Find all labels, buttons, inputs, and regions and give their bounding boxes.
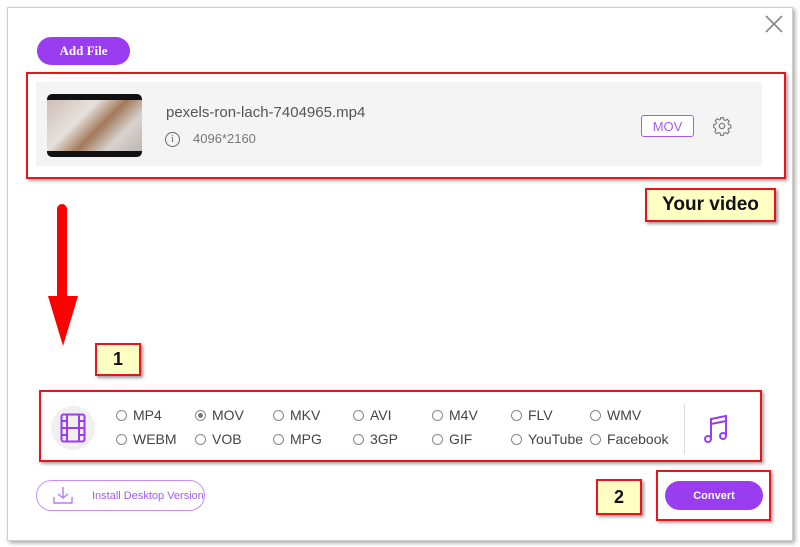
radio-button[interactable] bbox=[432, 433, 443, 445]
film-icon bbox=[60, 413, 86, 443]
output-format-badge[interactable]: MOV bbox=[641, 115, 694, 137]
radio-button[interactable] bbox=[590, 433, 601, 445]
down-arrow-annotation bbox=[48, 204, 78, 346]
radio-button[interactable] bbox=[511, 433, 522, 445]
format-label: YouTube bbox=[528, 431, 584, 447]
video-format-tab[interactable] bbox=[51, 406, 95, 450]
format-option-facebook[interactable]: Facebook bbox=[590, 431, 668, 447]
format-label: M4V bbox=[449, 407, 478, 423]
format-label: Facebook bbox=[607, 431, 669, 447]
radio-button[interactable] bbox=[353, 409, 364, 421]
format-option-vob[interactable]: VOB bbox=[195, 431, 242, 447]
divider bbox=[684, 404, 685, 454]
format-option-mpg[interactable]: MPG bbox=[273, 431, 322, 447]
download-icon bbox=[53, 487, 73, 504]
install-desktop-button[interactable]: Install Desktop Version bbox=[36, 480, 205, 511]
radio-button[interactable] bbox=[116, 409, 127, 421]
format-option-m4v[interactable]: M4V bbox=[432, 407, 478, 423]
format-option-wmv[interactable]: WMV bbox=[590, 407, 641, 423]
format-option-gif[interactable]: GIF bbox=[432, 431, 472, 447]
format-option-avi[interactable]: AVI bbox=[353, 407, 392, 423]
radio-button[interactable] bbox=[511, 409, 522, 421]
convert-button[interactable]: Convert bbox=[665, 481, 763, 510]
format-option-webm[interactable]: WEBM bbox=[116, 431, 177, 447]
close-icon[interactable] bbox=[764, 14, 784, 34]
step-1-callout: 1 bbox=[95, 343, 141, 376]
install-label: Install Desktop Version bbox=[92, 490, 204, 502]
info-icon[interactable]: i bbox=[165, 132, 180, 147]
format-option-mov[interactable]: MOV bbox=[195, 407, 244, 423]
music-note-icon[interactable] bbox=[703, 414, 729, 444]
format-label: MP4 bbox=[133, 407, 162, 423]
video-filename: pexels-ron-lach-7404965.mp4 bbox=[166, 104, 366, 121]
step-2-callout: 2 bbox=[596, 479, 642, 515]
radio-button[interactable] bbox=[590, 409, 601, 421]
format-label: WMV bbox=[607, 407, 642, 423]
radio-button[interactable] bbox=[353, 433, 364, 445]
radio-button[interactable] bbox=[116, 433, 127, 445]
radio-button[interactable] bbox=[432, 409, 443, 421]
format-option-youtube[interactable]: YouTube bbox=[511, 431, 583, 447]
format-label: VOB bbox=[212, 431, 242, 447]
your-video-callout: Your video bbox=[645, 188, 776, 222]
format-label: WEBM bbox=[133, 431, 177, 447]
format-label: 3GP bbox=[370, 431, 399, 447]
format-option-3gp[interactable]: 3GP bbox=[353, 431, 398, 447]
format-option-mkv[interactable]: MKV bbox=[273, 407, 320, 423]
format-option-flv[interactable]: FLV bbox=[511, 407, 553, 423]
format-option-mp4[interactable]: MP4 bbox=[116, 407, 162, 423]
video-resolution: 4096*2160 bbox=[193, 131, 256, 146]
format-label: MPG bbox=[290, 431, 322, 447]
format-label: GIF bbox=[449, 431, 473, 447]
format-label: MOV bbox=[212, 407, 244, 423]
format-label: AVI bbox=[370, 407, 392, 423]
format-label: FLV bbox=[528, 407, 553, 423]
format-selector-highlight bbox=[39, 390, 762, 462]
radio-button[interactable] bbox=[273, 409, 284, 421]
gear-icon[interactable] bbox=[712, 116, 732, 136]
video-thumbnail bbox=[47, 94, 142, 157]
radio-button[interactable] bbox=[195, 409, 206, 421]
radio-button[interactable] bbox=[195, 433, 206, 445]
add-file-button[interactable]: Add File bbox=[37, 37, 130, 65]
radio-button[interactable] bbox=[273, 433, 284, 445]
format-label: MKV bbox=[290, 407, 321, 423]
